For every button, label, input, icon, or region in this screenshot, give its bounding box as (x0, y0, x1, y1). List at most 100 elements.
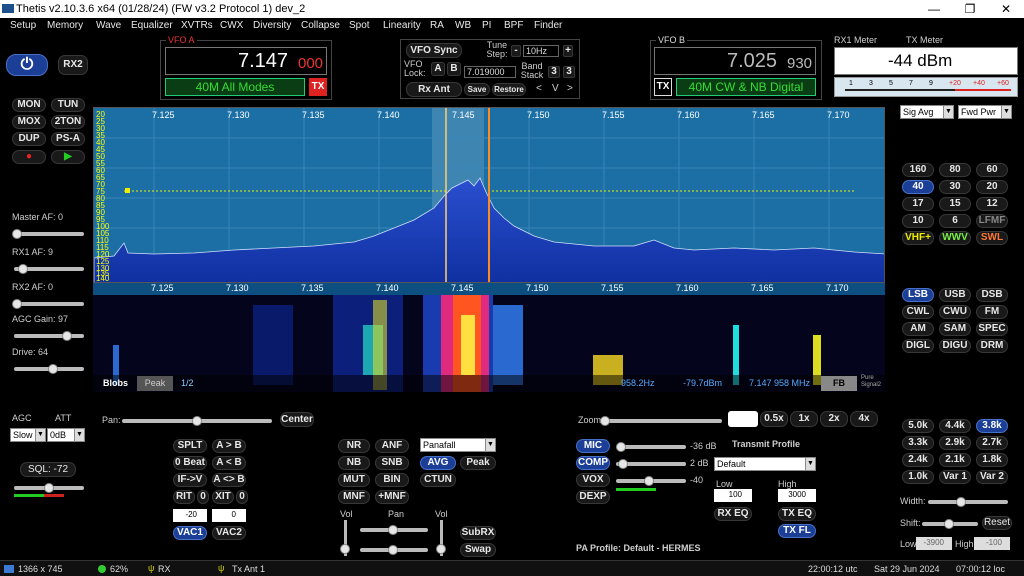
filter-2k7-button[interactable]: 2.7k (976, 436, 1008, 450)
filter-high-input[interactable]: -100 (974, 537, 1010, 550)
rx2-button[interactable]: RX2 (58, 55, 88, 75)
restore-button[interactable]: Restore (492, 83, 526, 96)
menu-pi[interactable]: PI (482, 20, 491, 31)
rit-button[interactable]: RIT (173, 490, 195, 504)
split-button[interactable]: SPLT (173, 439, 207, 453)
menu-wb[interactable]: WB (455, 20, 471, 31)
zero-beat-button[interactable]: 0 Beat (173, 456, 207, 470)
xit-value-input[interactable]: 0 (212, 509, 246, 522)
band-vhf-button[interactable]: VHF+ (902, 231, 934, 245)
slider-knob[interactable] (600, 416, 610, 426)
shift-reset-button[interactable]: Reset (982, 516, 1012, 530)
tune-step-minus-button[interactable]: - (511, 45, 521, 57)
band-stack-button-1[interactable]: 3 (548, 66, 560, 78)
rx-vol-slider[interactable] (340, 520, 350, 556)
dexp-button[interactable]: DEXP (576, 490, 610, 504)
mode-dsb-button[interactable]: DSB (976, 288, 1008, 302)
menu-equalizer[interactable]: Equalizer (131, 20, 173, 31)
band-stack-next-button[interactable]: > (567, 83, 573, 94)
filter-4k4-button[interactable]: 4.4k (939, 419, 971, 433)
filter-5k0-button[interactable]: 5.0k (902, 419, 934, 433)
band-swl-button[interactable]: SWL (976, 231, 1008, 245)
rx-pan-slider-2[interactable] (360, 545, 428, 555)
mnf-button[interactable]: MNF (338, 490, 370, 504)
sql-slider[interactable] (14, 483, 84, 493)
slider-knob[interactable] (436, 544, 446, 554)
mox-button[interactable]: MOX (12, 115, 46, 129)
mode-cwl-button[interactable]: CWL (902, 305, 934, 319)
slider-knob[interactable] (192, 416, 202, 426)
band-30-button[interactable]: 30 (939, 180, 971, 194)
minimize-button[interactable]: — (918, 0, 950, 18)
comp-slider[interactable] (616, 459, 686, 469)
rx-meter-select[interactable]: Sig Avg ▼ (900, 105, 954, 119)
att-select[interactable]: 0dB ▼ (47, 428, 85, 442)
rx1-af-slider[interactable] (14, 264, 84, 274)
band-40-button[interactable]: 40 (902, 180, 934, 194)
subrx-vol-slider[interactable] (436, 520, 446, 556)
slider-knob[interactable] (618, 459, 628, 469)
slider-knob[interactable] (644, 476, 654, 486)
vfo-sync-button[interactable]: VFO Sync (406, 43, 462, 58)
vac1-button[interactable]: VAC1 (173, 526, 207, 540)
mode-drm-button[interactable]: DRM (976, 339, 1008, 353)
vfo-a-frequency[interactable]: 7.147 (238, 50, 288, 73)
vfo-b-tx-badge[interactable]: TX (654, 78, 672, 96)
zoom-0-5x-button[interactable]: 0.5x (760, 411, 788, 427)
a-swap-b-button[interactable]: A <> B (212, 473, 246, 487)
mode-fm-button[interactable]: FM (976, 305, 1008, 319)
filter-3k8-button[interactable]: 3.8k (976, 419, 1008, 433)
menu-bpf[interactable]: BPF (504, 20, 523, 31)
bin-button[interactable]: BIN (375, 473, 409, 487)
tx-filter-button[interactable]: TX FL (778, 524, 816, 538)
slider-knob[interactable] (340, 544, 350, 554)
menu-diversity[interactable]: Diversity (253, 20, 291, 31)
blobs-button[interactable]: Blobs (103, 378, 128, 388)
rx-eq-button[interactable]: RX EQ (714, 507, 752, 521)
save-button[interactable]: Save (464, 83, 490, 96)
mode-digu-button[interactable]: DIGU (939, 339, 971, 353)
if-to-v-button[interactable]: IF->V (173, 473, 207, 487)
band-6-button[interactable]: 6 (939, 214, 971, 228)
slider-knob[interactable] (44, 483, 54, 493)
nb-button[interactable]: NB (338, 456, 370, 470)
vfo-lock-a-button[interactable]: A (431, 62, 445, 76)
tx-low-input[interactable]: 100 (714, 489, 752, 502)
nr-button[interactable]: NR (338, 439, 370, 453)
band-20-button[interactable]: 20 (976, 180, 1008, 194)
display-mode-select[interactable]: Panafall ▼ (420, 438, 496, 452)
menu-memory[interactable]: Memory (47, 20, 83, 31)
ps-a-button[interactable]: PS-A (51, 132, 85, 146)
master-af-slider[interactable] (12, 229, 84, 239)
zoom-1x-button[interactable]: 1x (790, 411, 818, 427)
xit-zero-button[interactable]: 0 (236, 490, 248, 504)
band-160-button[interactable]: 160 (902, 163, 934, 177)
rx-ant-button[interactable]: Rx Ant (406, 82, 462, 97)
center-button[interactable]: Center (280, 412, 314, 427)
band-stack-prev-button[interactable]: < (536, 83, 542, 94)
drive-slider[interactable] (14, 364, 84, 374)
vfo-b-frequency[interactable]: 7.025 (727, 50, 777, 73)
maximize-button[interactable]: ❐ (954, 0, 986, 18)
squelch-marker-icon[interactable] (125, 188, 130, 193)
band-12-button[interactable]: 12 (976, 197, 1008, 211)
menu-xvtrs[interactable]: XVTRs (181, 20, 213, 31)
rx-pan-slider-1[interactable] (360, 525, 428, 535)
band-stack-button-2[interactable]: 3 (563, 66, 575, 78)
filter-low-input[interactable]: -3900 (916, 537, 952, 550)
mute-button[interactable]: MUT (338, 473, 370, 487)
mode-digl-button[interactable]: DIGL (902, 339, 934, 353)
vox-button[interactable]: VOX (576, 473, 610, 487)
mode-cwu-button[interactable]: CWU (939, 305, 971, 319)
band-wwv-button[interactable]: WWV (939, 231, 971, 245)
vac2-button[interactable]: VAC2 (212, 526, 246, 540)
filter-1k0-button[interactable]: 1.0k (902, 470, 934, 484)
peak-hold-button[interactable]: Peak (460, 456, 496, 470)
menu-ra[interactable]: RA (430, 20, 444, 31)
zoom-slider[interactable] (600, 416, 722, 426)
shift-slider[interactable] (922, 519, 978, 529)
close-button[interactable]: ✕ (990, 0, 1022, 18)
band-17-button[interactable]: 17 (902, 197, 934, 211)
sql-button[interactable]: SQL: -72 (20, 462, 76, 477)
band-15-button[interactable]: 15 (939, 197, 971, 211)
